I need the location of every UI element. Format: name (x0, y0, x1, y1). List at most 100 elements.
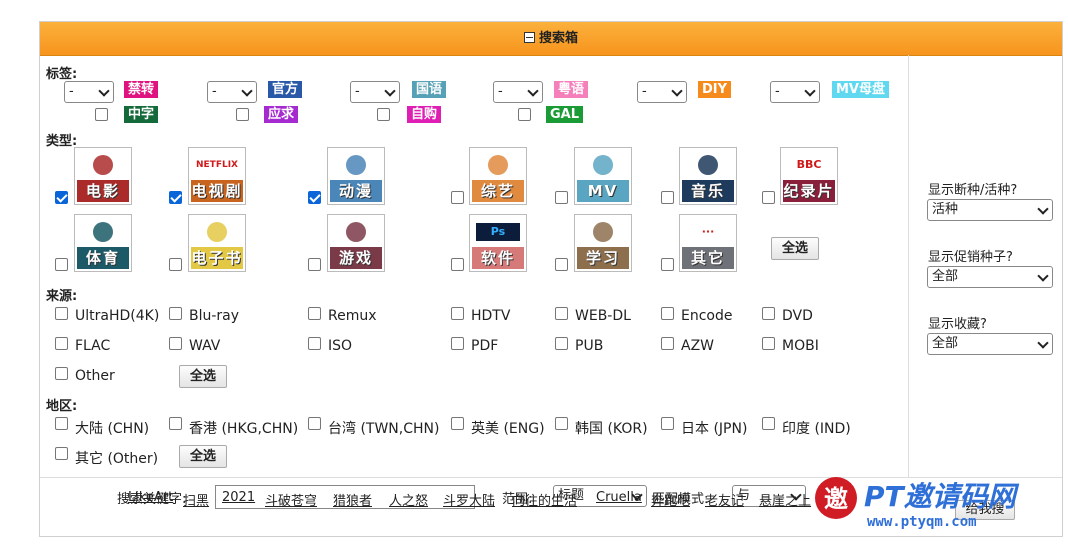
source-checkbox-8[interactable] (169, 337, 182, 350)
tag-checkbox-2[interactable] (377, 108, 390, 121)
hot-keyword-link[interactable]: 扫黑 (183, 490, 209, 509)
hot-keyword-link[interactable]: 悬崖之上 (759, 490, 811, 509)
region-checkbox-2[interactable] (308, 417, 321, 430)
tag-checkbox-1[interactable] (236, 108, 249, 121)
category-badge: BBC (787, 156, 831, 174)
category-card-1[interactable]: NETFLIX 电视剧 (189, 148, 245, 204)
category-card-8[interactable]: 电子书 (189, 215, 245, 271)
region-checkbox-3[interactable] (451, 417, 464, 430)
source-label-3: HDTV (471, 308, 511, 324)
region-checkbox-7[interactable] (55, 447, 68, 460)
source-checkbox-11[interactable] (555, 337, 568, 350)
category-card-3[interactable]: 综艺 (470, 148, 526, 204)
source-checkbox-13[interactable] (762, 337, 775, 350)
category-image-icon (330, 217, 382, 247)
region-select-all-button[interactable]: 全选 (179, 445, 227, 468)
category-checkbox-7[interactable] (55, 258, 68, 271)
category-card-5[interactable]: 音乐 (680, 148, 736, 204)
category-checkbox-1[interactable] (169, 191, 182, 204)
source-label-7: FLAC (75, 338, 111, 354)
category-name: 音乐 (690, 182, 725, 200)
tag-select-0[interactable]: - (64, 81, 114, 103)
category-glyph-icon (93, 222, 113, 242)
category-card-6[interactable]: BBC 纪录片 (781, 148, 837, 204)
region-checkbox-5[interactable] (661, 417, 674, 430)
hot-keyword-link[interactable]: 猎狼者 (333, 490, 372, 509)
promo-select[interactable]: 全部 (927, 266, 1053, 288)
source-checkbox-5[interactable] (661, 307, 674, 320)
tag-select-1[interactable]: - (207, 81, 257, 103)
hot-keyword-link[interactable]: 奔跑吧 (651, 490, 690, 509)
promo-value: 全部 (932, 269, 959, 284)
collapse-icon[interactable] (523, 32, 535, 43)
source-checkbox-10[interactable] (451, 337, 464, 350)
source-label-2: Remux (328, 308, 377, 324)
category-checkbox-5[interactable] (661, 191, 674, 204)
category-checkbox-12[interactable] (661, 258, 674, 271)
category-card-0[interactable]: 电影 (75, 148, 131, 204)
category-card-9[interactable]: 游戏 (328, 215, 384, 271)
category-checkbox-3[interactable] (451, 191, 464, 204)
tag-select-3[interactable]: - (493, 81, 543, 103)
hot-keyword-link[interactable]: Cruella (596, 490, 642, 505)
tag-8: 自购 (407, 106, 442, 123)
category-checkbox-4[interactable] (555, 191, 568, 204)
region-label-7: 其它 (Other) (75, 451, 159, 467)
favorites-value: 全部 (932, 336, 959, 351)
favorites-select[interactable]: 全部 (927, 333, 1053, 355)
category-checkbox-10[interactable] (451, 258, 464, 271)
category-image-icon (472, 150, 524, 180)
hot-keyword-link[interactable]: 老友记 (705, 490, 744, 509)
region-label-1: 香港 (HKG,CHN) (189, 421, 299, 437)
category-checkbox-9[interactable] (308, 258, 321, 271)
category-card-4[interactable]: MV (575, 148, 631, 204)
tag-0: 禁转 (124, 81, 159, 98)
tag-select-2[interactable]: - (350, 81, 400, 103)
hot-keyword-link[interactable]: 2021 (222, 490, 255, 505)
source-checkbox-7[interactable] (55, 337, 68, 350)
category-checkbox-0[interactable] (55, 191, 68, 204)
tag-select-5[interactable]: - (770, 81, 820, 103)
region-label-3: 英美 (ENG) (471, 421, 545, 437)
hot-keyword-link[interactable]: 向往的生活 (512, 490, 577, 509)
tag-checkbox-0[interactable] (95, 108, 108, 121)
category-badge: ··· (686, 223, 730, 241)
seed-status-value: 活种 (932, 202, 959, 217)
seed-status-select[interactable]: 活种 (927, 199, 1053, 221)
tag-select-4[interactable]: - (637, 81, 687, 103)
region-checkbox-4[interactable] (555, 417, 568, 430)
hot-keyword-link[interactable]: 斗罗大陆 (443, 490, 495, 509)
category-card-10[interactable]: Ps 软件 (470, 215, 526, 271)
hot-keyword-link[interactable]: 人之怒 (389, 490, 428, 509)
category-card-11[interactable]: 学习 (575, 215, 631, 271)
source-checkbox-9[interactable] (308, 337, 321, 350)
hot-keyword-link[interactable]: 斗破苍穹 (265, 490, 317, 509)
category-checkbox-6[interactable] (762, 191, 775, 204)
source-checkbox-1[interactable] (169, 307, 182, 320)
tag-checkbox-3[interactable] (518, 108, 531, 121)
search-box-header[interactable]: 搜索箱 (40, 22, 1062, 56)
region-checkbox-1[interactable] (169, 417, 182, 430)
source-checkbox-2[interactable] (308, 307, 321, 320)
region-label-6: 印度 (IND) (782, 421, 851, 437)
source-select-all-button[interactable]: 全选 (179, 365, 227, 388)
source-checkbox-14[interactable] (55, 367, 68, 380)
region-label-4: 韩国 (KOR) (575, 421, 648, 437)
hot-keyword-link[interactable]: LikeArt (128, 490, 173, 505)
source-checkbox-0[interactable] (55, 307, 68, 320)
category-checkbox-2[interactable] (308, 191, 321, 204)
category-card-2[interactable]: 动漫 (328, 148, 384, 204)
types-select-all-button[interactable]: 全选 (771, 237, 819, 260)
source-checkbox-3[interactable] (451, 307, 464, 320)
category-card-12[interactable]: ··· 其它 (680, 215, 736, 271)
category-checkbox-8[interactable] (169, 258, 182, 271)
region-checkbox-6[interactable] (762, 417, 775, 430)
source-checkbox-4[interactable] (555, 307, 568, 320)
source-label: 来源: (46, 289, 78, 304)
source-checkbox-12[interactable] (661, 337, 674, 350)
category-card-7[interactable]: 体育 (75, 215, 131, 271)
category-glyph-icon (593, 155, 613, 175)
source-checkbox-6[interactable] (762, 307, 775, 320)
category-checkbox-11[interactable] (555, 258, 568, 271)
region-checkbox-0[interactable] (55, 417, 68, 430)
